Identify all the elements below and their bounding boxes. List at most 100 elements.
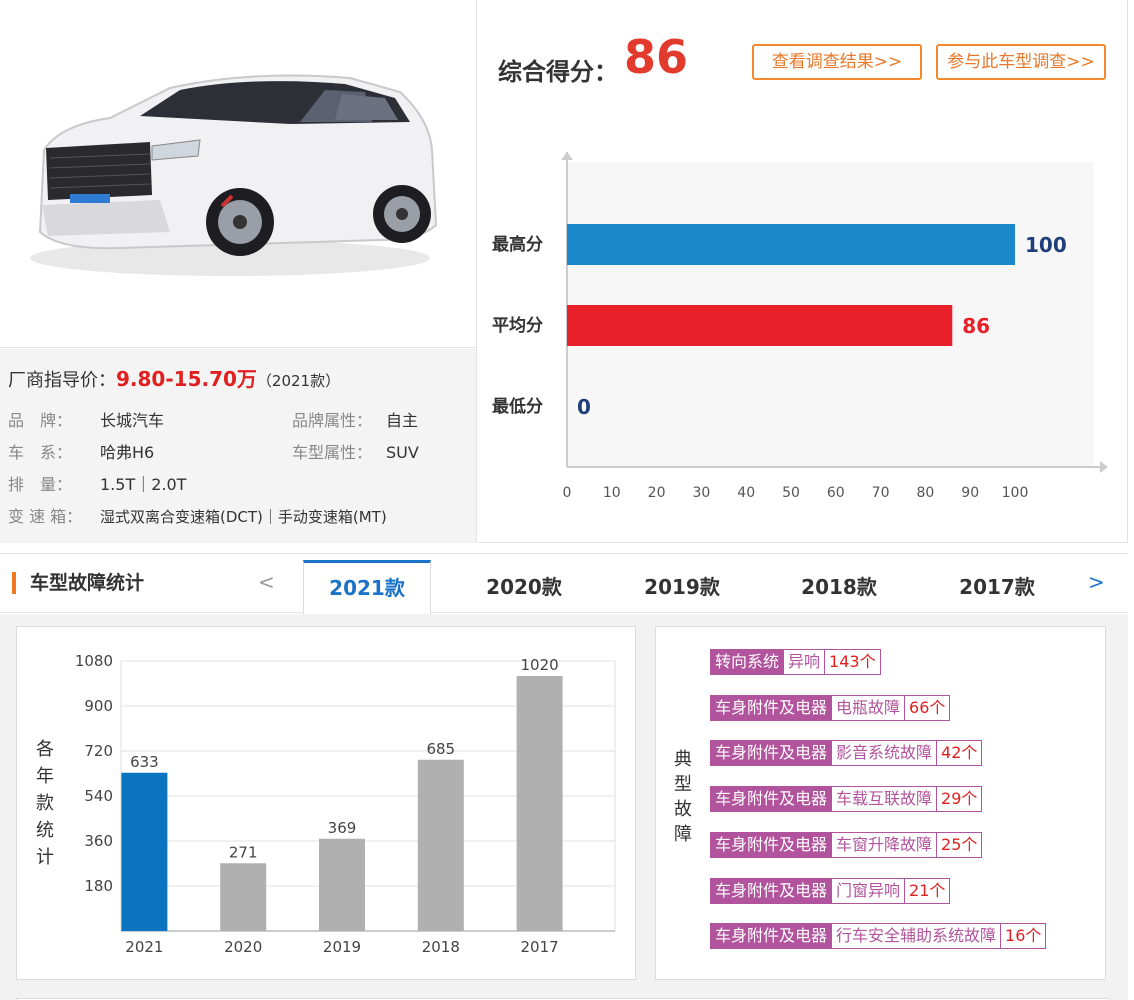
fault-name: 电瓶故障 [832,694,906,721]
typical-faults-label: 典型故障 [668,747,698,847]
score-panel: 综合得分： 86 查看调查结果>> 参与此车型调查>> 最高分 100 平均分 86 最… [478,0,1128,543]
x-tick-label: 70 [872,485,890,501]
spec-value: 自主 [386,411,419,430]
x-tick-label: 2020 [224,938,262,956]
x-tick-label: 0 [563,485,572,501]
tab-2019[interactable]: 2019款 [618,560,746,614]
x-tick-label: 2021 [125,938,163,956]
fault-name: 门窗异响 [832,877,906,904]
join-survey-button[interactable]: 参与此车型调查>> [936,44,1106,80]
price-year: （2021款） [256,372,341,390]
x-tick-label: 60 [827,485,845,501]
category-label: 最高分 [492,234,543,255]
fault-item[interactable]: 车身附件及电器 行车安全辅助系统故障 16个 [710,923,1047,950]
y-axis-arrow [561,152,573,160]
spec-key: 车 系： [8,443,73,462]
fault-name: 异响 [784,649,826,675]
category-label: 平均分 [492,315,543,336]
bar-value-label: 0 [577,395,591,419]
car-photo [0,0,476,348]
year-bar [516,676,563,931]
tab-2017[interactable]: 2017款 [933,560,1061,614]
stats-area: 180 360 540 720 900 1080 各年款统计 633 2021 271 2020 36… [0,614,1128,1000]
fault-item[interactable]: 车身附件及电器 影音系统故障 42个 [710,740,983,767]
spec-value: 长城汽车 [100,411,165,430]
spec-key: 排 量： [8,475,73,494]
car-info: 厂商指导价：9.80-15.70万（2021款） 品 牌： 长城汽车 品牌属性： 自… [0,349,476,543]
section-title: 车型故障统计 [12,572,144,594]
x-tick-label: 80 [916,485,934,501]
y-axis-label-char: 统 [36,820,54,841]
x-axis-arrow [1100,461,1108,473]
fault-count: 143个 [825,649,881,675]
fault-category: 车身附件及电器 [710,877,833,904]
x-tick-label: 100 [1002,485,1029,501]
y-tick-label: 540 [84,787,113,805]
prev-arrow[interactable]: < [258,570,275,594]
spec-displacement: 排 量： 1.5T｜2.0T [8,471,186,495]
fault-count: 66个 [905,694,951,721]
fault-category: 转向系统 [710,649,785,675]
x-tick-label: 2018 [422,938,460,956]
x-tick-label: 2017 [521,938,559,956]
spec-key: 品 牌： [8,411,73,430]
bar-value-label: 271 [229,843,258,861]
top-section: 厂商指导价：9.80-15.70万（2021款） 品 牌： 长城汽车 品牌属性： 自… [0,0,1134,543]
year-bar [220,863,267,931]
fault-category: 车身附件及电器 [710,786,833,813]
price-range: 9.80-15.70万 [116,367,257,391]
spec-value: 湿式双离合变速箱(DCT)｜手动变速箱(MT) [100,508,387,526]
x-tick-label: 50 [782,485,800,501]
year-bar-chart: 180 360 540 720 900 1080 各年款统计 633 2021 271 2020 36… [36,652,616,956]
fault-count: 42个 [937,740,983,767]
next-arrow[interactable]: > [1088,570,1105,594]
fault-count: 29个 [937,786,983,813]
bar-value-label: 1020 [521,656,559,674]
score-bar [567,305,953,346]
spec-value: 1.5T｜2.0T [100,475,187,494]
bar-value-label: 86 [962,314,990,338]
fault-category: 车身附件及电器 [710,740,833,767]
fault-category: 车身附件及电器 [710,923,833,950]
year-chart-box: 180 360 540 720 900 1080 各年款统计 633 2021 271 2020 36… [16,626,636,980]
x-tick-label: 20 [648,485,666,501]
tab-2020[interactable]: 2020款 [460,560,588,614]
fault-box: 典型故障 转向系统 异响 143个 车身附件及电器 电瓶故障 66个 车身附件及电器 影音系统… [655,626,1106,980]
tab-2018[interactable]: 2018款 [775,560,903,614]
spec-transmission: 变 速 箱： 湿式双离合变速箱(DCT)｜手动变速箱(MT) [8,503,387,527]
fault-name: 行车安全辅助系统故障 [832,923,1002,950]
fault-item[interactable]: 车身附件及电器 车载互联故障 29个 [710,786,983,813]
fault-item[interactable]: 车身附件及电器 车窗升降故障 25个 [710,831,983,858]
fault-label-char: 型 [674,774,692,795]
fault-stats-header: 车型故障统计 < 2021款 2020款 2019款 2018款 2017款 > [0,553,1128,615]
score-value: 86 [624,30,689,84]
y-tick-label: 720 [84,742,113,760]
fault-label-char: 故 [674,799,692,820]
x-tick-label: 90 [961,485,979,501]
fault-name: 车窗升降故障 [832,831,938,858]
bar-value-label: 633 [130,753,159,771]
view-results-button[interactable]: 查看调查结果>> [752,44,922,80]
spec-key: 车型属性： [292,443,373,462]
spec-value: 哈弗H6 [100,443,155,462]
score-title: 综合得分： [498,58,618,86]
y-axis-label-char: 款 [36,793,54,814]
y-tick-label: 1080 [75,652,113,670]
spec-brand: 品 牌： 长城汽车 [8,407,164,431]
car-image [30,74,438,276]
spec-key: 品牌属性： [292,411,373,430]
fault-item[interactable]: 转向系统 异响 143个 [710,649,881,675]
year-bar [319,838,365,931]
fault-label-char: 典 [674,749,692,770]
tab-2021[interactable]: 2021款 [303,560,431,615]
fault-item[interactable]: 车身附件及电器 门窗异响 21个 [710,877,951,904]
spec-value: SUV [386,443,419,462]
x-tick-label: 30 [692,485,710,501]
y-axis-label-char: 年 [36,766,54,787]
fault-name: 车载互联故障 [832,786,938,813]
spec-model-type: 车型属性： SUV [292,439,419,463]
fault-label-char: 障 [674,824,692,845]
price-label: 厂商指导价： [8,370,116,391]
y-axis-label-char: 计 [36,847,54,868]
fault-item[interactable]: 车身附件及电器 电瓶故障 66个 [710,694,951,721]
